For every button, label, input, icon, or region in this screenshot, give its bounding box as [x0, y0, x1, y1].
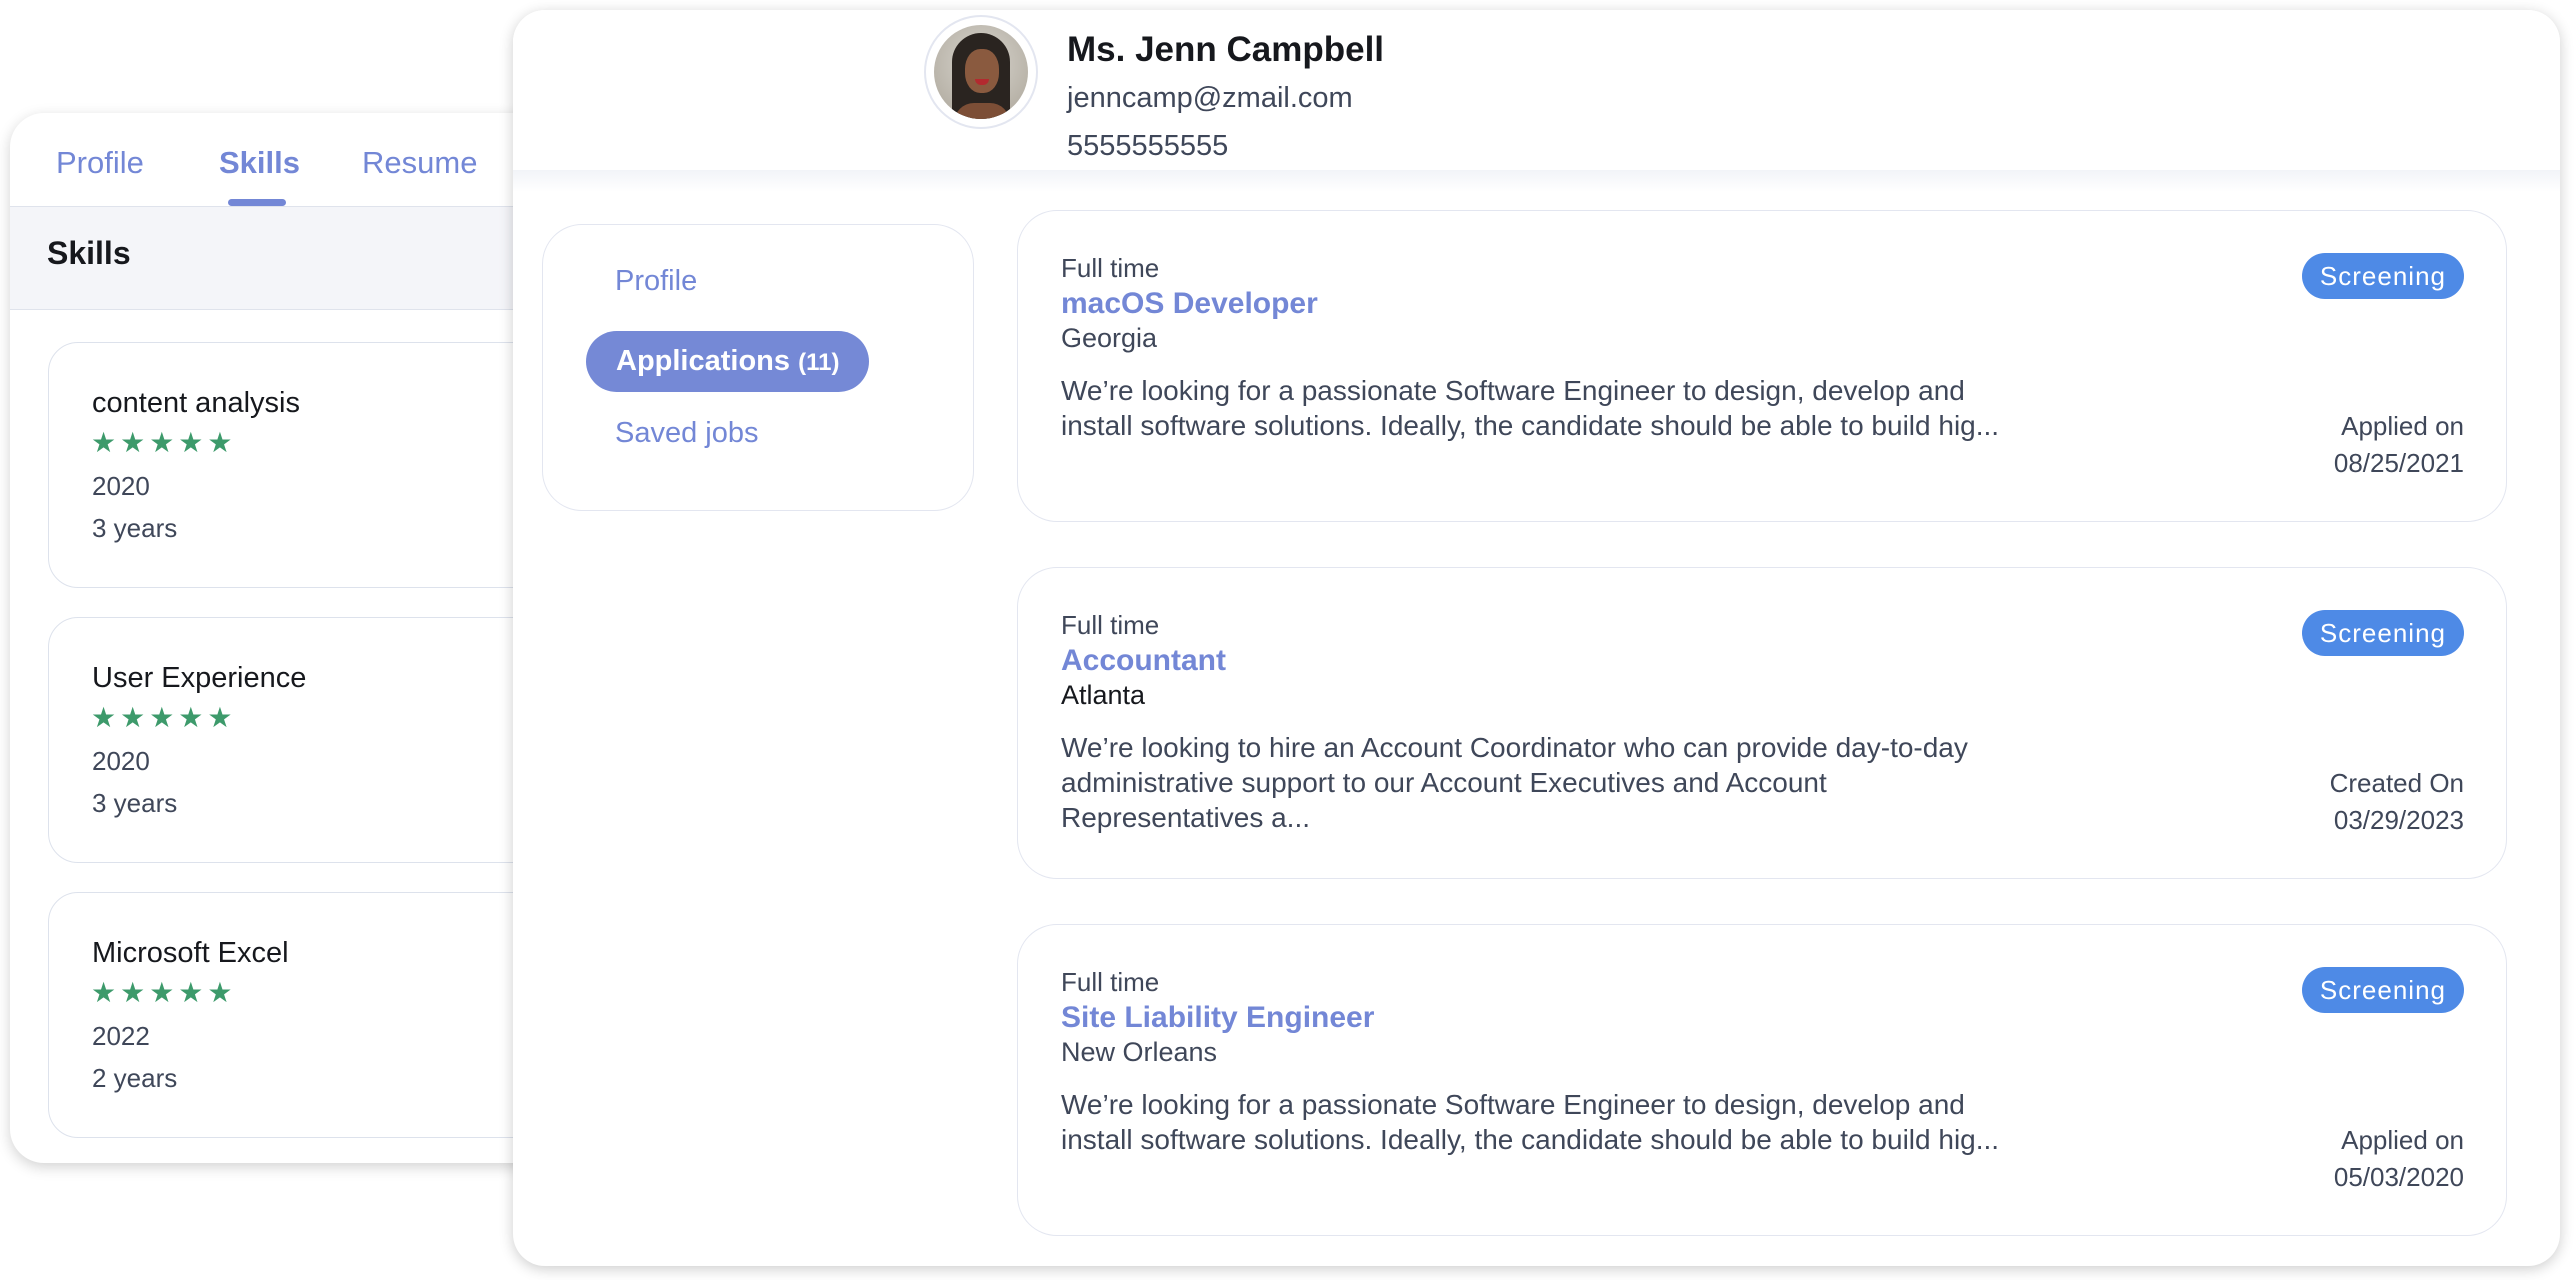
skill-duration: 2 years	[92, 1063, 178, 1093]
skill-name: content analysis	[92, 387, 300, 419]
date-value: 05/03/2020	[2333, 1162, 2464, 1192]
job-type: Full time	[1061, 610, 1160, 640]
active-tab-indicator	[228, 199, 286, 206]
nav-item-applications[interactable]: Applications (11)	[586, 331, 870, 392]
star-rating-icon: ★★★★★	[91, 427, 237, 458]
job-title-link[interactable]: Accountant	[1061, 644, 1226, 678]
job-description: We’re looking for a passionate Software …	[1061, 1089, 2000, 1155]
job-title-link[interactable]: Site Liability Engineer	[1061, 1001, 1374, 1035]
nav-item-profile[interactable]: Profile	[615, 265, 697, 298]
date-value: 03/29/2023	[2333, 805, 2464, 835]
job-location: Georgia	[1061, 323, 1158, 353]
skill-duration: 3 years	[92, 513, 178, 543]
date-label: Created On	[2329, 768, 2464, 798]
application-card[interactable]: Full time Accountant Atlanta We’re looki…	[1017, 567, 2507, 879]
job-location: Atlanta	[1061, 680, 1146, 710]
skill-year: 2020	[92, 746, 150, 776]
applications-panel: Ms. Jenn Campbell jenncamp@zmail.com 555…	[513, 10, 2560, 1266]
user-phone: 5555555555	[1067, 130, 1229, 162]
nav-item-label: Applications	[616, 345, 791, 377]
skill-name: User Experience	[92, 662, 307, 694]
tab-profile[interactable]: Profile	[56, 145, 144, 181]
nav-item-saved-jobs[interactable]: Saved jobs	[615, 417, 759, 450]
profile-header: Ms. Jenn Campbell jenncamp@zmail.com 555…	[513, 10, 2560, 171]
avatar	[924, 15, 1038, 129]
status-badge: Screening	[2301, 610, 2464, 656]
job-location: New Orleans	[1061, 1037, 1218, 1067]
skill-name: Microsoft Excel	[92, 937, 289, 969]
header-divider	[513, 170, 2560, 192]
star-rating-icon: ★★★★★	[91, 702, 237, 733]
tab-skills[interactable]: Skills	[219, 145, 300, 181]
job-title-link[interactable]: macOS Developer	[1061, 287, 1318, 321]
status-badge: Screening	[2301, 253, 2464, 299]
application-card[interactable]: Full time macOS Developer Georgia We’re …	[1017, 210, 2507, 522]
job-description: We’re looking to hire an Account Coordin…	[1061, 732, 1968, 833]
job-type: Full time	[1061, 967, 1160, 997]
user-email: jenncamp@zmail.com	[1067, 82, 1353, 114]
skill-year: 2022	[92, 1021, 150, 1051]
date-label: Applied on	[2341, 411, 2464, 441]
date-value: 08/25/2021	[2333, 448, 2464, 478]
status-badge: Screening	[2301, 967, 2464, 1013]
star-rating-icon: ★★★★★	[91, 977, 237, 1008]
skill-duration: 3 years	[92, 788, 178, 818]
date-label: Applied on	[2341, 1125, 2464, 1155]
job-type: Full time	[1061, 253, 1160, 283]
user-name: Ms. Jenn Campbell	[1067, 30, 1385, 69]
skill-year: 2020	[92, 471, 150, 501]
skills-heading: Skills	[47, 235, 131, 271]
job-description: We’re looking for a passionate Software …	[1061, 375, 2000, 441]
applications-count: (11)	[798, 349, 840, 376]
tab-resume[interactable]: Resume	[362, 145, 477, 181]
application-card[interactable]: Full time Site Liability Engineer New Or…	[1017, 924, 2507, 1236]
side-nav: Profile Applications (11) Saved jobs	[542, 224, 974, 511]
user-photo-icon	[934, 25, 1028, 119]
